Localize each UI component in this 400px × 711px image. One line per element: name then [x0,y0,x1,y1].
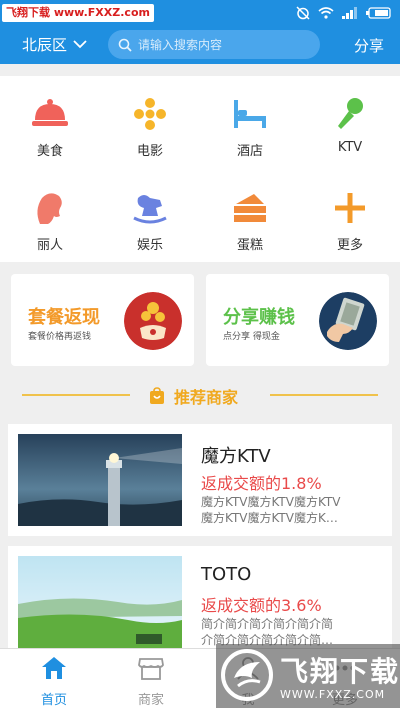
tab-label: 首页 [40,693,67,708]
shop-bag-icon [150,387,164,404]
promo-title: 分享赚钱 [223,307,295,328]
category-label: 美食 [36,144,63,159]
merchant-description: 魔方KTV魔方KTV魔方KTV 魔方KTV魔方KTV魔方K… [201,494,383,526]
category-movie[interactable]: 电影 [100,96,200,159]
gift-coins-icon [124,292,182,350]
recommended-header: 推荐商家 [0,378,400,412]
district-selector[interactable]: 北辰区 [22,34,87,55]
search-icon [118,38,132,52]
merchant-rebate: 返成交额的3.6% [201,596,322,615]
food-cloche-icon [32,99,68,126]
status-bar: 飞翔下载 www.FXXZ.com [0,0,400,26]
category-entertainment[interactable]: 娱乐 [100,190,200,253]
promo-title: 套餐返现 [28,307,100,328]
watermark-overlay: 飞翔下载 WWW.FXXZ.COM [216,644,400,708]
recommended-title-group: 推荐商家 [148,384,238,408]
bed-icon [234,100,266,128]
share-button[interactable]: 分享 [354,35,384,56]
category-label: 蛋糕 [236,238,263,253]
promo-cashback-card[interactable]: 套餐返现 套餐价格再返钱 [11,274,194,366]
desc-line: 简介简介简介简介简介简 [201,617,334,631]
district-label: 北辰区 [22,36,68,54]
wifi-icon [318,7,334,19]
desc-line: 魔方KTV魔方KTV魔方K… [201,511,338,525]
tab-merchants[interactable]: 商家 [116,655,186,708]
rocking-horse-icon [133,195,167,224]
category-grid: 美食 电影 酒店 KTV 丽人 娱乐 蛋糕 更多 [0,76,400,262]
divider-right [270,394,378,396]
desc-line: 魔方KTV魔方KTV魔方KTV [201,495,341,509]
category-more[interactable]: 更多 [300,190,400,253]
watermark-text: 飞翔下载 [280,655,400,688]
microphone-icon [338,98,363,129]
watermark-url: WWW.FXXZ.COM [280,688,386,701]
category-cake[interactable]: 蛋糕 [200,190,300,253]
tab-label: 商家 [137,693,164,708]
promo-subtitle: 点分享 得现金 [223,332,280,342]
status-icons [296,4,392,22]
promo-share-card[interactable]: 分享赚钱 点分享 得现金 [206,274,389,366]
merchant-thumbnail [18,434,182,526]
merchant-card[interactable]: 魔方KTV 返成交额的1.8% 魔方KTV魔方KTV魔方KTV 魔方KTV魔方K… [8,424,392,536]
merchant-thumbnail [18,556,182,648]
category-hotel[interactable]: 酒店 [200,96,300,159]
film-reel-icon [134,98,166,130]
promo-subtitle: 套餐价格再返钱 [28,332,92,342]
cash-in-hand-icon [319,292,377,350]
category-label: 娱乐 [136,238,163,253]
beauty-face-icon [37,193,62,224]
merchant-name: TOTO [201,564,252,585]
home-icon [42,657,66,679]
category-label: KTV [337,140,363,155]
watermark-logo-icon [221,649,273,701]
search-placeholder: 请输入搜索内容 [138,38,223,52]
battery-icon [366,7,391,19]
tab-home[interactable]: 首页 [19,655,89,708]
plus-icon [335,193,365,223]
category-ktv[interactable]: KTV [300,96,400,155]
category-label: 酒店 [236,144,263,159]
merchant-rebate: 返成交额的1.8% [201,474,322,493]
store-icon [138,658,164,680]
cake-icon [234,194,266,222]
divider-left [22,394,130,396]
recommended-title: 推荐商家 [174,388,239,407]
watermark-tag: 飞翔下载 www.FXXZ.com [2,4,154,22]
alarm-off-icon [296,6,310,20]
signal-icon [342,7,357,19]
category-label: 丽人 [36,238,63,253]
category-beauty[interactable]: 丽人 [0,190,100,253]
category-label: 更多 [336,238,363,253]
merchant-card[interactable]: TOTO 返成交额的3.6% 简介简介简介简介简介简 介简介简介简介简介简… [8,546,392,658]
chevron-down-icon [73,40,87,49]
category-food[interactable]: 美食 [0,96,100,159]
merchant-name: 魔方KTV [201,446,271,467]
top-header: 北辰区 请输入搜索内容 分享 [0,26,400,64]
search-box[interactable]: 请输入搜索内容 [108,30,320,59]
category-label: 电影 [136,144,163,159]
app-screen: 飞翔下载 www.FXXZ.com 北辰区 请输入搜索内容 分享 美食 电影 酒… [0,0,400,711]
